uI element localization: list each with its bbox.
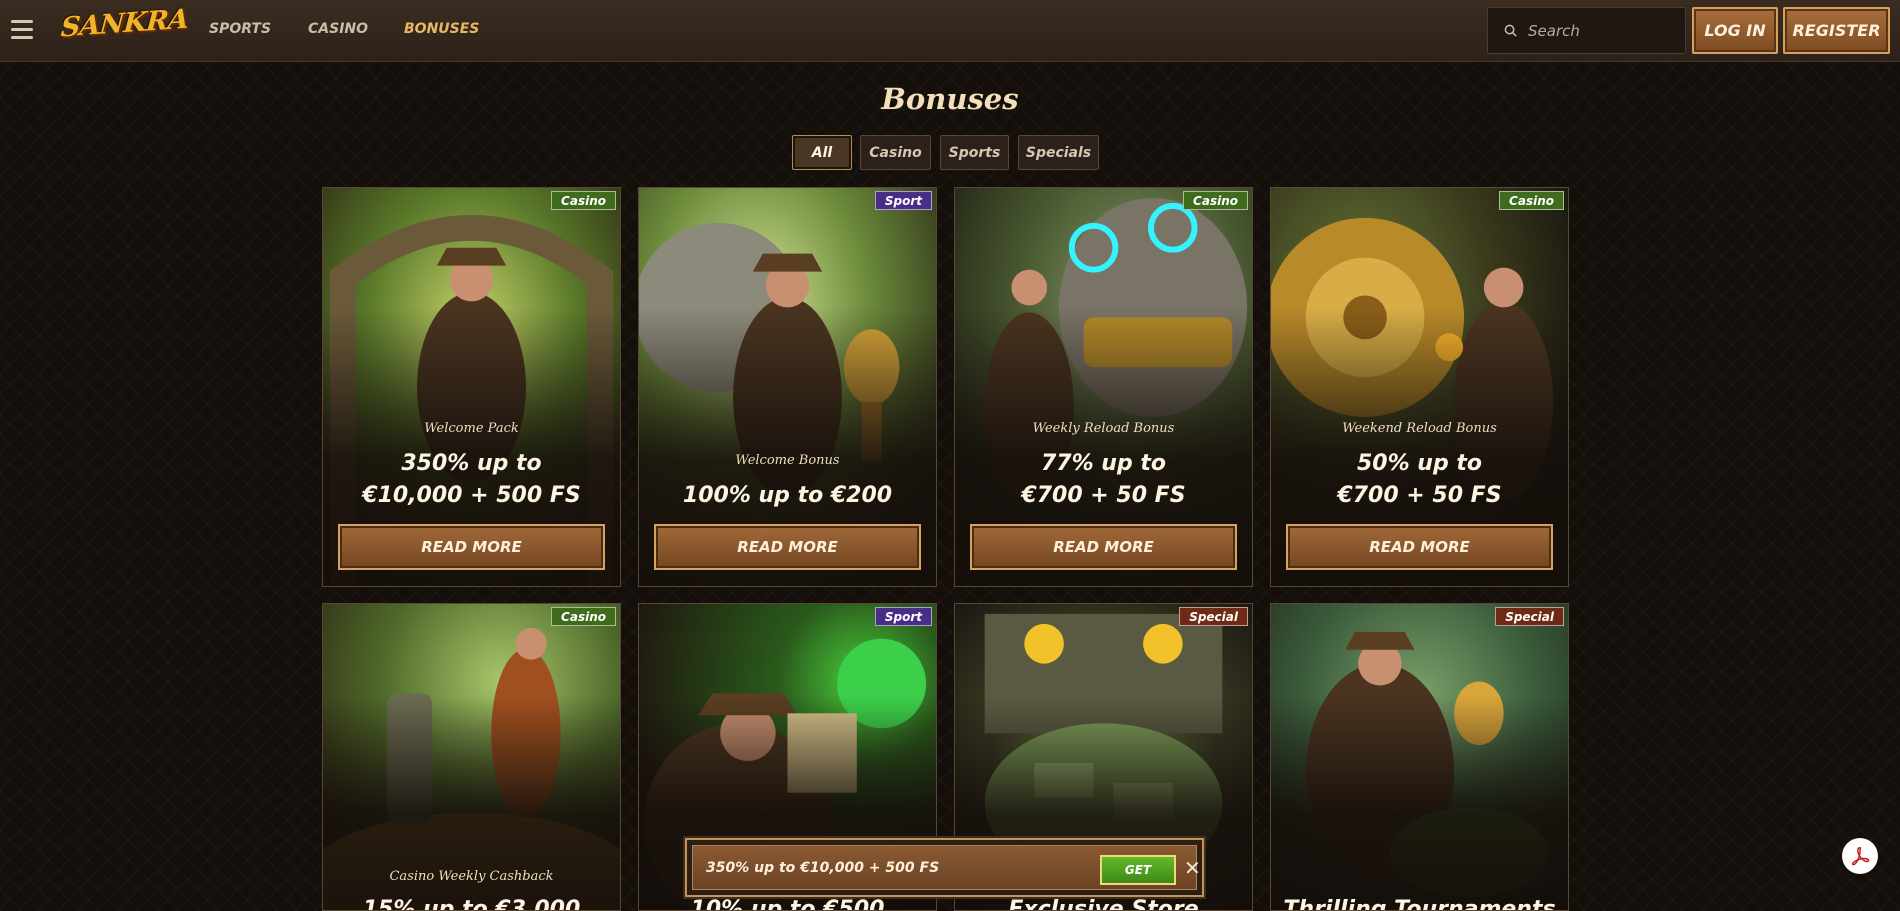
card-amount-line2: €10,000 + 500 FS: [362, 483, 581, 508]
card-amount-line1: 50% up to: [1356, 451, 1483, 476]
nav-casino[interactable]: CASINO: [308, 21, 368, 37]
read-more-button[interactable]: READ MORE: [654, 524, 921, 570]
header: SANKRA SPORTS CASINO BONUSES Search LOG …: [0, 0, 1900, 62]
card-subtitle: Weekend Reload Bonus: [1342, 421, 1497, 436]
promo-bar-inner: 350% up to €10,000 + 500 FS GET ✕: [692, 845, 1201, 890]
hamburger-icon[interactable]: [11, 20, 33, 40]
search-placeholder: Search: [1528, 22, 1580, 40]
read-more-button[interactable]: READ MORE: [970, 524, 1237, 570]
filter-sports[interactable]: Sports: [940, 135, 1009, 170]
get-button[interactable]: GET: [1100, 855, 1176, 885]
category-badge: Sport: [874, 607, 932, 626]
promo-bar: 350% up to €10,000 + 500 FS GET ✕: [685, 838, 1204, 897]
category-badge: Special: [1179, 607, 1248, 626]
nav-sports[interactable]: SPORTS: [209, 21, 271, 37]
bonus-card[interactable]: Casino Weekend Reload Bonus 50% up to €7…: [1270, 187, 1569, 587]
bonus-card[interactable]: Casino Weekly Reload Bonus 77% up to €70…: [954, 187, 1253, 587]
card-amount-line1: Thrilling Tournaments: [1283, 897, 1556, 911]
card-amount-line2: €700 + 50 FS: [1337, 483, 1502, 508]
card-amount-line1: 77% up to: [1040, 451, 1167, 476]
card-shade: [1271, 695, 1568, 910]
bonus-card[interactable]: Casino Welcome Pack 350% up to €10,000 +…: [322, 187, 621, 587]
filter-specials[interactable]: Specials: [1018, 135, 1099, 170]
promo-text: 350% up to €10,000 + 500 FS: [706, 860, 940, 876]
search-input[interactable]: Search: [1487, 7, 1686, 54]
filter-all[interactable]: All: [792, 135, 852, 170]
filter-casino[interactable]: Casino: [860, 135, 931, 170]
page-title: Bonuses: [881, 82, 1019, 116]
pdf-icon[interactable]: [1842, 838, 1878, 874]
bonus-card[interactable]: Special Thrilling Tournaments: [1270, 603, 1569, 911]
card-amount-line2: €700 + 50 FS: [1021, 483, 1186, 508]
card-subtitle: Welcome Pack: [424, 421, 519, 436]
pdf-glyph: [1851, 847, 1870, 866]
category-badge: Casino: [1183, 191, 1248, 210]
card-amount-line1: 350% up to: [401, 451, 542, 476]
close-icon[interactable]: ✕: [1184, 856, 1201, 880]
read-more-button[interactable]: READ MORE: [338, 524, 605, 570]
category-badge: Casino: [551, 191, 616, 210]
login-button[interactable]: LOG IN: [1692, 7, 1778, 54]
search-icon: [1504, 24, 1517, 37]
category-badge: Sport: [874, 191, 932, 210]
bonus-card[interactable]: Casino Casino Weekly Cashback 15% up to …: [322, 603, 621, 911]
bonus-card[interactable]: Sport Welcome Bonus 100% up to €200 READ…: [638, 187, 937, 587]
register-button[interactable]: REGISTER: [1783, 7, 1890, 54]
card-amount-line1: 15% up to €3,000: [362, 897, 581, 911]
card-amount-line2: 100% up to €200: [682, 483, 893, 508]
category-badge: Casino: [1499, 191, 1564, 210]
card-subtitle: Welcome Bonus: [735, 453, 840, 468]
read-more-button[interactable]: READ MORE: [1286, 524, 1553, 570]
nav-bonuses[interactable]: BONUSES: [404, 21, 479, 37]
category-badge: Casino: [551, 607, 616, 626]
card-subtitle: Casino Weekly Cashback: [389, 869, 554, 884]
logo[interactable]: SANKRA: [59, 4, 189, 51]
category-badge: Special: [1495, 607, 1564, 626]
card-subtitle: Weekly Reload Bonus: [1032, 421, 1175, 436]
